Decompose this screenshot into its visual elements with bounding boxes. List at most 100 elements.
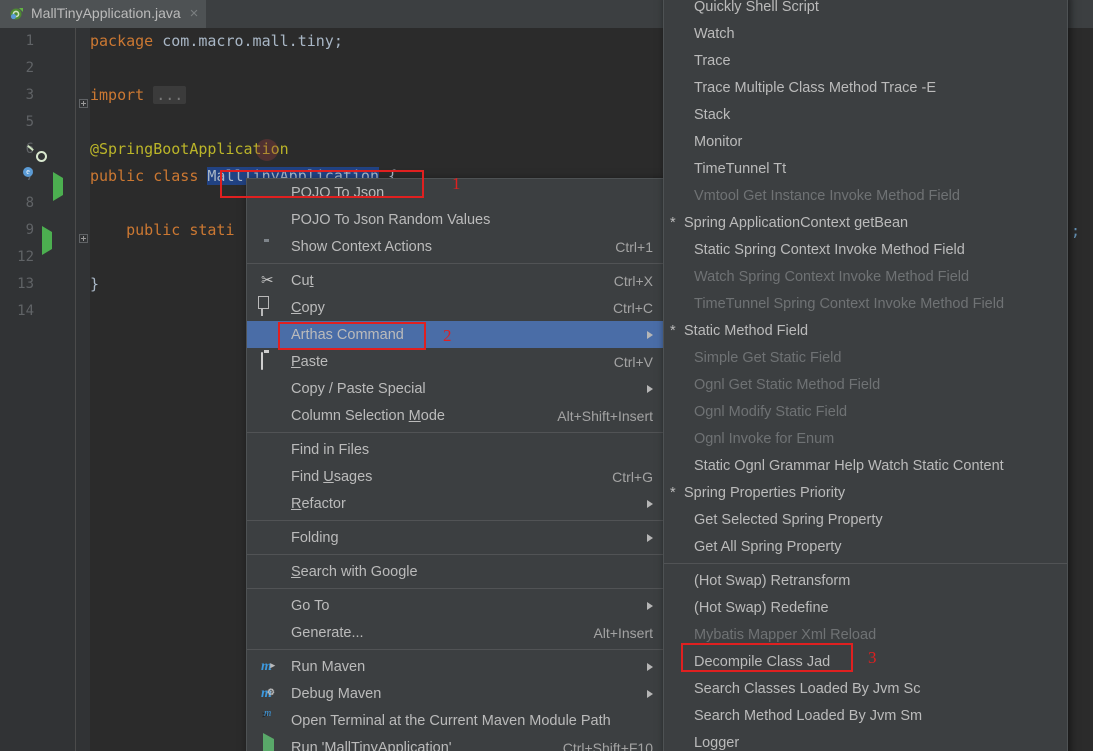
submenu-item-label: Spring Properties Priority (684, 485, 845, 501)
context-menu-item-find-usages[interactable]: Find Usages Ctrl+G (247, 463, 665, 490)
submenu-item-timetunnel-tt[interactable]: TimeTunnel Tt (664, 155, 1067, 182)
fold-column[interactable] (76, 28, 90, 751)
no-icon (261, 624, 279, 642)
submenu-item-logger[interactable]: Logger (664, 729, 1067, 751)
context-menu-item-cut[interactable]: ✂CutCtrl+X (247, 267, 665, 294)
package-name: com.macro.mall.tiny; (153, 32, 343, 50)
submenu-group-spring-applicationcontext-getbean: *Spring ApplicationContext getBean (664, 209, 1067, 236)
keyword-class: class (153, 167, 198, 185)
submenu-item-search-classes-loaded-by-jvm-sc[interactable]: Search Classes Loaded By Jvm Sc (664, 675, 1067, 702)
submenu-arrow-icon (647, 331, 653, 339)
group-star-icon: * (670, 323, 684, 339)
submenu-item-trace[interactable]: Trace (664, 47, 1067, 74)
fold-toggle-import[interactable] (79, 99, 88, 108)
no-icon (261, 441, 279, 459)
menu-item-label: POJO To Json (291, 185, 384, 201)
context-menu-item-refactor[interactable]: Refactor (247, 490, 665, 517)
scissors-icon: ✂ (261, 272, 279, 290)
context-menu-item-find-in-files[interactable]: Find in Files (247, 436, 665, 463)
search-bean-icon[interactable] (33, 148, 49, 164)
menu-item-label: Column Selection Mode (291, 408, 445, 424)
keyword-import: import (90, 86, 144, 104)
editor-tab-malltinyapplication[interactable]: MallTinyApplication.java × (0, 0, 206, 28)
keyword-public-2: public (126, 221, 180, 239)
arthas-command-submenu[interactable]: Quickly Shell ScriptWatch Trace Trace Mult… (663, 0, 1068, 751)
context-menu-item-copy[interactable]: CopyCtrl+C (247, 294, 665, 321)
submenu-item-trace-multiple-class-method-trace-e[interactable]: Trace Multiple Class Method Trace -E (664, 74, 1067, 101)
submenu-item-monitor[interactable]: Monitor (664, 128, 1067, 155)
submenu-item-static-ognl-grammar-help-watch-static-content[interactable]: Static Ognl Grammar Help Watch Static Co… (664, 452, 1067, 479)
no-icon (261, 184, 279, 202)
context-menu-item-debug-maven[interactable]: m⚙Debug Maven (247, 680, 665, 707)
context-menu-item-run-maven[interactable]: m▸Run Maven (247, 653, 665, 680)
menu-item-shortcut: Ctrl+X (588, 273, 653, 289)
submenu-item-label: Mybatis Mapper Xml Reload (694, 627, 876, 643)
context-menu-item-copy-paste-special[interactable]: Copy / Paste Special (247, 375, 665, 402)
submenu-item-label: TimeTunnel Tt (694, 161, 786, 177)
run-method-icon[interactable] (42, 232, 58, 248)
menu-item-shortcut: Ctrl+1 (589, 239, 653, 255)
caret-highlight (256, 139, 278, 161)
submenu-item-watch-spring-context-invoke-method-field: Watch Spring Context Invoke Method Field (664, 263, 1067, 290)
submenu-item-search-method-loaded-by-jvm-sm[interactable]: Search Method Loaded By Jvm Sm (664, 702, 1067, 729)
fold-toggle-method[interactable] (79, 234, 88, 243)
no-icon (261, 597, 279, 615)
submenu-item-decompile-class-jad[interactable]: Decompile Class Jad (664, 648, 1067, 675)
submenu-item-label: Static Spring Context Invoke Method Fiel… (694, 242, 965, 258)
import-fold-placeholder[interactable]: ... (153, 86, 186, 104)
submenu-item-quickly-shell-script[interactable]: Quickly Shell Script (664, 0, 1067, 20)
submenu-item-label: (Hot Swap) Redefine (694, 600, 829, 616)
context-menu-item-paste[interactable]: PasteCtrl+V (247, 348, 665, 375)
submenu-item-static-spring-context-invoke-method-field[interactable]: Static Spring Context Invoke Method Fiel… (664, 236, 1067, 263)
ide-window: MallTinyApplication.java × 1 2 3 5 6 7 8… (0, 0, 1093, 751)
menu-separator (247, 432, 665, 433)
run-line-icon[interactable] (53, 178, 69, 194)
submenu-arrow-icon (647, 385, 653, 393)
annotation-number-1: 1 (452, 174, 461, 194)
menu-item-label: Find Usages (291, 469, 372, 485)
context-menu-item-run-malltinyapplication[interactable]: Run 'MallTinyApplication'Ctrl+Shift+F10 (247, 734, 665, 751)
group-star-icon: * (670, 485, 684, 501)
context-menu-item-go-to[interactable]: Go To (247, 592, 665, 619)
submenu-arrow-icon (647, 663, 653, 671)
submenu-item-get-selected-spring-property[interactable]: Get Selected Spring Property (664, 506, 1067, 533)
submenu-item-hot-swap-retransform[interactable]: (Hot Swap) Retransform (664, 567, 1067, 594)
line-number: 12 (0, 244, 40, 271)
context-menu-item-show-context-actions[interactable]: Show Context ActionsCtrl+1 (247, 233, 665, 260)
menu-separator (247, 649, 665, 650)
menu-separator (247, 520, 665, 521)
submenu-item-watch[interactable]: Watch (664, 20, 1067, 47)
context-menu-item-open-terminal-at-the-current-maven-module-path[interactable]: mOpen Terminal at the Current Maven Modu… (247, 707, 665, 734)
submenu-item-stack[interactable]: Stack (664, 101, 1067, 128)
context-menu-item-search-with-google[interactable]: Search with Google (247, 558, 665, 585)
submenu-item-hot-swap-redefine[interactable]: (Hot Swap) Redefine (664, 594, 1067, 621)
no-icon (261, 380, 279, 398)
menu-separator (247, 588, 665, 589)
context-menu-item-column-selection-mode[interactable]: Column Selection ModeAlt+Shift+Insert (247, 402, 665, 429)
submenu-item-label: Trace Multiple Class Method Trace -E (694, 80, 936, 96)
submenu-item-label: Trace (694, 53, 731, 69)
close-icon[interactable]: × (190, 6, 199, 21)
menu-item-label: Open Terminal at the Current Maven Modul… (291, 713, 611, 729)
line-number: 2 (0, 55, 40, 82)
submenu-arrow-icon (647, 500, 653, 508)
spring-bean-icon[interactable]: e (31, 175, 47, 191)
menu-item-label: Find in Files (291, 442, 369, 458)
no-icon (261, 407, 279, 425)
context-menu-item-arthas-command[interactable]: Arthas Command (247, 321, 665, 348)
submenu-item-timetunnel-spring-context-invoke-method-field: TimeTunnel Spring Context Invoke Method … (664, 290, 1067, 317)
submenu-item-label: Simple Get Static Field (694, 350, 841, 366)
submenu-group-static-method-field: *Static Method Field (664, 317, 1067, 344)
context-menu-item-pojo-to-json-random-values[interactable]: POJO To Json Random Values (247, 206, 665, 233)
run-icon (261, 739, 279, 751)
editor-context-menu[interactable]: POJO To Json POJO To Json Random ValuesSh… (246, 178, 666, 751)
menu-item-label: Run Maven (291, 659, 365, 675)
submenu-item-ognl-invoke-for-enum: Ognl Invoke for Enum (664, 425, 1067, 452)
context-menu-item-folding[interactable]: Folding (247, 524, 665, 551)
menu-item-shortcut: Alt+Insert (567, 625, 653, 641)
submenu-separator (664, 563, 1067, 564)
submenu-item-get-all-spring-property[interactable]: Get All Spring Property (664, 533, 1067, 560)
menu-item-label: Paste (291, 354, 328, 370)
menu-item-shortcut: Ctrl+G (586, 469, 653, 485)
context-menu-item-generate[interactable]: Generate...Alt+Insert (247, 619, 665, 646)
